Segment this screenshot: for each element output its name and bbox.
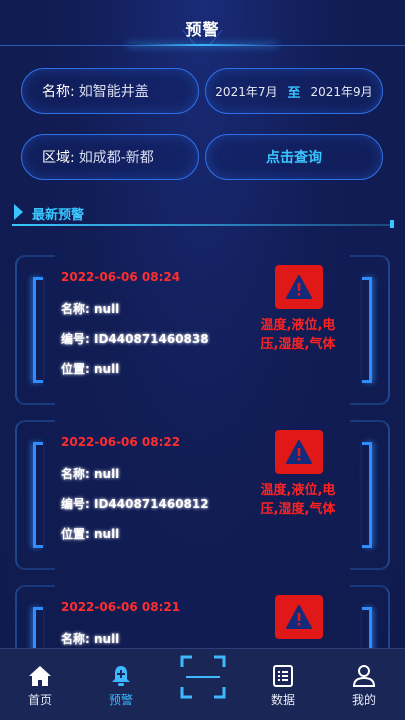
alert-card[interactable]: 2022-06-06 08:24 名称: null 编号: ID44087146…	[15, 255, 390, 405]
alert-code: 编号: ID440871460812	[61, 497, 209, 511]
alert-types-line-2: 压,湿度,气体	[260, 337, 336, 352]
alert-location: 位置: null	[61, 527, 120, 541]
alert-types-line-1: 温度,液位,电	[260, 318, 336, 333]
header: 预警	[0, 0, 405, 52]
alert-time: 2022-06-06 08:21	[61, 600, 181, 614]
bottom-nav: 首页 预警 数据 我的	[0, 648, 405, 720]
nav-label-profile: 我的	[351, 693, 376, 707]
name-filter-label: 名称:	[42, 84, 75, 100]
warning-button[interactable]	[275, 595, 323, 639]
date-start[interactable]: 2021年7月	[215, 83, 277, 100]
header-glow-line	[127, 44, 277, 46]
alert-name: 名称: null	[61, 632, 120, 646]
home-icon	[29, 666, 51, 686]
alert-location: 位置: null	[61, 362, 120, 376]
nav-item-profile[interactable]: 我的	[329, 649, 399, 720]
list-icon	[273, 665, 293, 687]
date-separator: 至	[287, 85, 301, 101]
alert-types-line-2: 压,湿度,气体	[260, 502, 336, 517]
card-bracket-right	[362, 277, 372, 383]
nav-item-home[interactable]: 首页	[5, 649, 75, 720]
nav-label-alerts: 预警	[108, 693, 133, 707]
app-root: 预警 名称: 如智能井盖 2021年7月 至 2021年9月 区域: 如成都-新…	[0, 0, 405, 720]
query-button[interactable]: 点击查询	[205, 134, 383, 180]
warning-button[interactable]	[275, 265, 323, 309]
date-end[interactable]: 2021年9月	[311, 83, 373, 100]
nav-item-scan[interactable]	[180, 655, 226, 699]
nav-item-data[interactable]: 数据	[248, 649, 318, 720]
section-underline	[12, 224, 394, 226]
nav-item-alerts[interactable]: 预警	[86, 649, 156, 720]
nav-label-data: 数据	[270, 693, 295, 707]
card-bracket-left	[33, 277, 43, 383]
alert-time: 2022-06-06 08:24	[61, 270, 181, 284]
bell-icon	[112, 666, 130, 686]
card-bracket-left	[33, 442, 43, 548]
warning-icon	[286, 440, 312, 464]
alert-types: 温度,液位,电 压,湿度,气体	[251, 316, 345, 354]
area-filter-placeholder: 如成都-新都	[78, 150, 154, 166]
latest-alerts-header: 最新预警	[12, 202, 394, 228]
alert-card[interactable]: 2022-06-06 08:22 名称: null 编号: ID44087146…	[15, 420, 390, 570]
user-icon	[352, 665, 376, 687]
name-filter-placeholder: 如智能井盖	[78, 84, 149, 100]
warning-icon	[286, 275, 312, 299]
alert-types-line-1: 温度,液位,电	[260, 483, 336, 498]
alert-name: 名称: null	[61, 302, 120, 316]
area-filter-field[interactable]: 区域: 如成都-新都	[21, 134, 199, 180]
scan-icon	[180, 655, 226, 699]
card-bracket-right	[362, 442, 372, 548]
nav-label-home: 首页	[27, 693, 52, 707]
area-filter-label: 区域:	[42, 150, 75, 166]
alert-name: 名称: null	[61, 467, 120, 481]
name-filter-field[interactable]: 名称: 如智能井盖	[21, 68, 199, 114]
alert-types: 温度,液位,电 压,湿度,气体	[251, 481, 345, 519]
alert-code: 编号: ID440871460838	[61, 332, 209, 346]
chevron-right-icon	[14, 204, 23, 220]
section-title: 最新预警	[32, 208, 85, 223]
page-title: 预警	[185, 20, 220, 39]
date-range-picker[interactable]: 2021年7月 至 2021年9月	[205, 68, 383, 114]
warning-icon	[286, 605, 312, 629]
warning-button[interactable]	[275, 430, 323, 474]
section-underline-end	[390, 220, 394, 228]
alert-time: 2022-06-06 08:22	[61, 435, 181, 449]
